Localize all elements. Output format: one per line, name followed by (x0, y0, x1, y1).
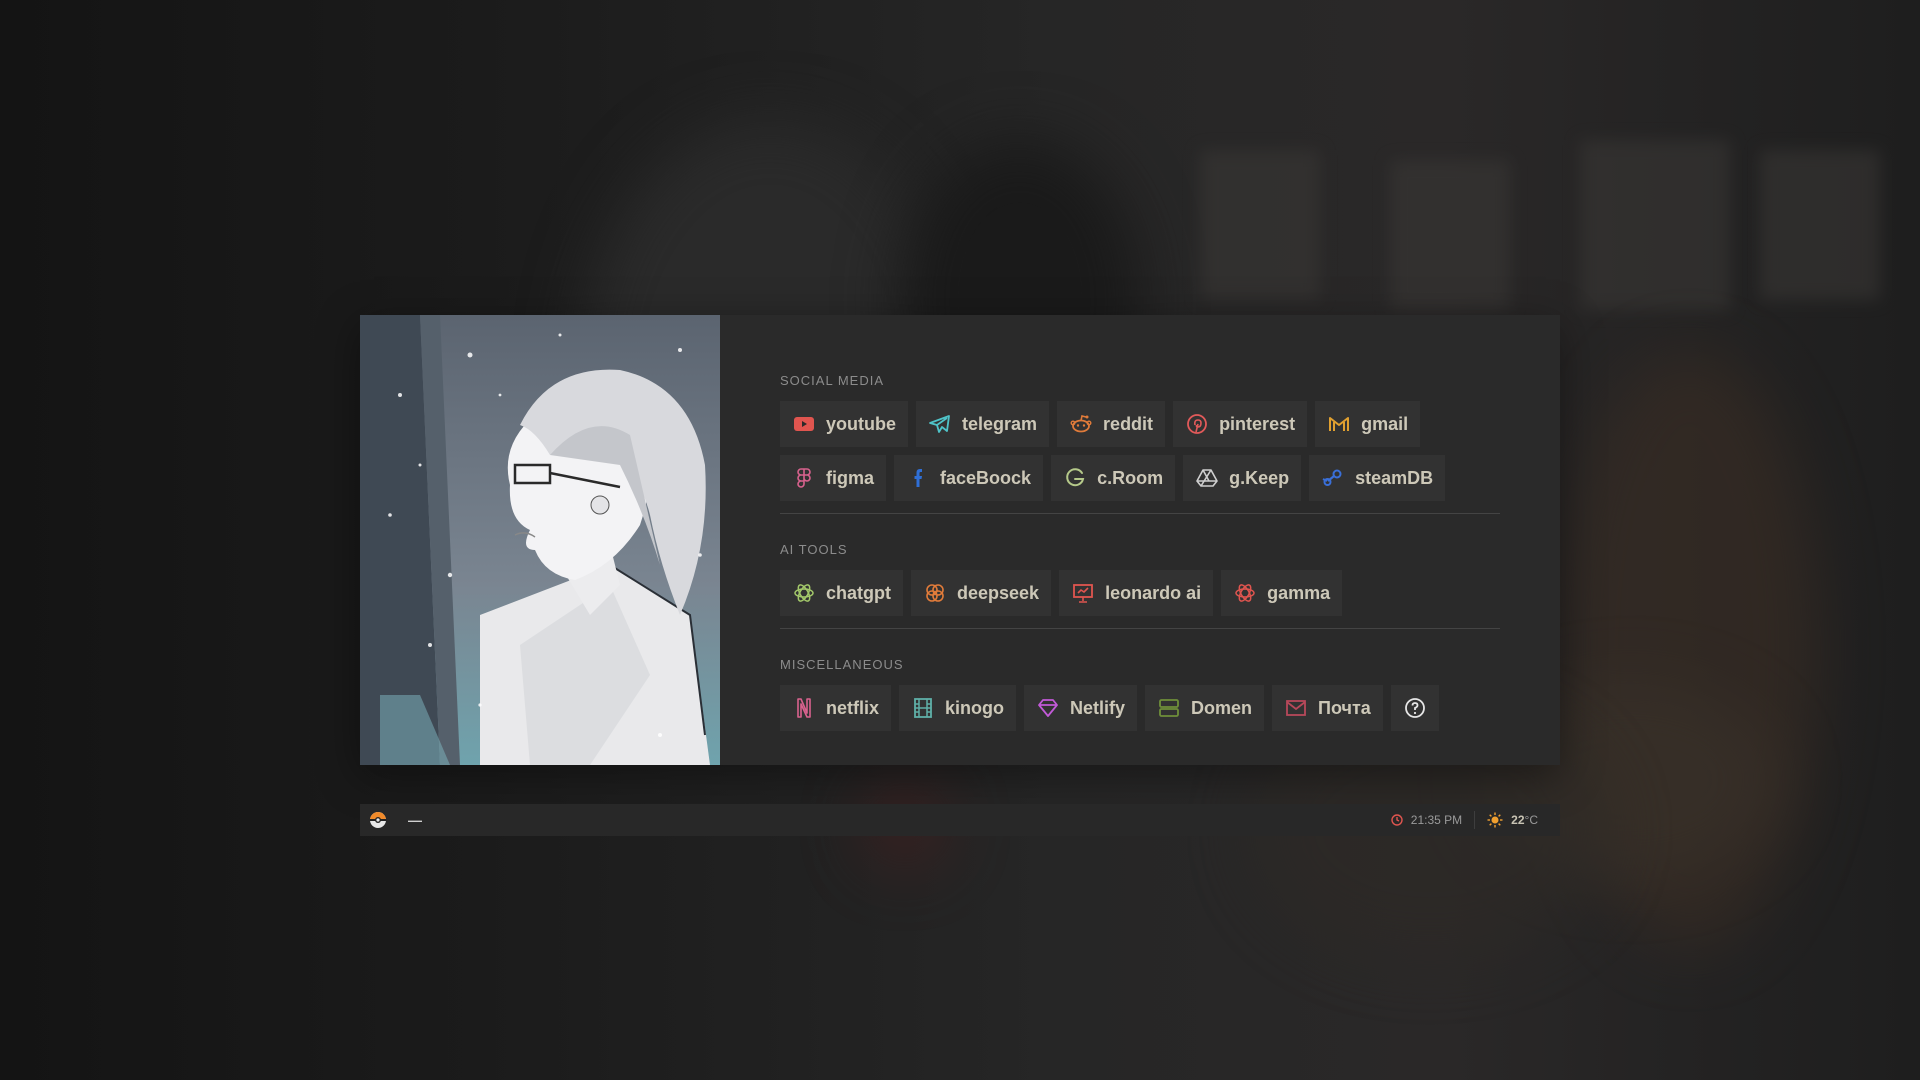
pinterest-icon (1185, 412, 1209, 436)
link-label: steamDB (1355, 467, 1434, 488)
netflix-icon (792, 696, 816, 720)
link-label: gmail (1361, 413, 1409, 434)
figma-icon (792, 466, 816, 490)
steam-icon (1321, 466, 1345, 490)
link-g-keep-button[interactable]: g.Keep (1183, 455, 1302, 501)
bookmark-sections: SOCIAL MEDIA youtube telegram reddit pintere… (720, 315, 1560, 765)
link-row: chatgpt deepseek leonardo ai gamma (780, 570, 1500, 616)
link-faceboock-button[interactable]: faceBoock (894, 455, 1044, 501)
sun-icon (1487, 812, 1503, 828)
link-youtube-button[interactable]: youtube (780, 401, 908, 447)
facebook-icon (906, 466, 930, 490)
separator (1474, 811, 1476, 829)
server-icon (1157, 696, 1181, 720)
link-chatgpt-button[interactable]: chatgpt (780, 570, 903, 616)
link-steamdb-button[interactable]: steamDB (1309, 455, 1446, 501)
link-label: kinogo (945, 697, 1005, 718)
link-netflix-button[interactable]: netflix (780, 685, 892, 731)
link-domen-button[interactable]: Domen (1145, 685, 1265, 731)
section-title: SOCIAL MEDIA (780, 373, 884, 388)
link-gmail-button[interactable]: gmail (1315, 401, 1421, 447)
link-label: youtube (826, 413, 896, 434)
section-divider (780, 628, 1500, 629)
link-figma-button[interactable]: figma (780, 455, 887, 501)
youtube-icon (792, 412, 816, 436)
help-icon (1403, 696, 1427, 720)
link-label: c.Room (1097, 467, 1164, 488)
presentation-icon (1071, 581, 1095, 605)
clock-time: 21:35 PM (1410, 813, 1463, 827)
gamma-icon (1233, 581, 1257, 605)
section-title: MISCELLANEOUS (780, 657, 904, 672)
link-leonardo-ai-button[interactable]: leonardo ai (1059, 570, 1214, 616)
link-netlify-button[interactable]: Netlify (1024, 685, 1138, 731)
help-button[interactable] (1390, 685, 1439, 731)
link-label: telegram (962, 413, 1038, 434)
clock-icon (1391, 814, 1403, 826)
link-pinterest-button[interactable]: pinterest (1173, 401, 1308, 447)
workspace-indicator[interactable]: — (408, 812, 422, 828)
link-kinogo-button[interactable]: kinogo (899, 685, 1017, 731)
link-label: gamma (1267, 582, 1331, 603)
link-label: faceBoock (940, 467, 1032, 488)
film-icon (911, 696, 935, 720)
diamond-icon (1036, 696, 1060, 720)
link-label: Netlify (1070, 697, 1126, 718)
link-почта-button[interactable]: Почта (1272, 685, 1383, 731)
openai-icon (792, 581, 816, 605)
link-label: Почта (1318, 697, 1371, 718)
link-label: leonardo ai (1105, 582, 1202, 603)
gmail-icon (1327, 412, 1351, 436)
pokeball-icon[interactable] (368, 810, 388, 830)
section-title: AI TOOLS (780, 542, 848, 557)
link-label: reddit (1103, 413, 1154, 434)
section-divider (780, 513, 1500, 514)
link-reddit-button[interactable]: reddit (1057, 401, 1166, 447)
link-label: pinterest (1219, 413, 1296, 434)
taskbar: — 21:35 PM 22°C (360, 804, 1560, 836)
link-gamma-button[interactable]: gamma (1221, 570, 1343, 616)
link-c-room-button[interactable]: c.Room (1051, 455, 1176, 501)
weather-temperature: 22°C (1511, 813, 1538, 827)
link-label: Domen (1191, 697, 1253, 718)
link-row: figma faceBoock c.Room g.Keep steamDB (780, 455, 1500, 501)
reddit-icon (1069, 412, 1093, 436)
link-label: figma (826, 467, 875, 488)
link-label: g.Keep (1229, 467, 1290, 488)
anime-portrait-image (360, 315, 720, 765)
link-label: netflix (826, 697, 880, 718)
mail-icon (1284, 696, 1308, 720)
link-label: chatgpt (826, 582, 891, 603)
link-label: deepseek (957, 582, 1040, 603)
start-page-panel: SOCIAL MEDIA youtube telegram reddit pintere… (360, 315, 1560, 765)
deepseek-icon (923, 581, 947, 605)
link-deepseek-button[interactable]: deepseek (911, 570, 1052, 616)
link-row: youtube telegram reddit pinterest gmail (780, 401, 1500, 447)
google-drive-icon (1195, 466, 1219, 490)
link-telegram-button[interactable]: telegram (916, 401, 1050, 447)
telegram-icon (928, 412, 952, 436)
link-row: netflix kinogo Netlify Domen Почта (780, 685, 1500, 731)
google-icon (1063, 466, 1087, 490)
